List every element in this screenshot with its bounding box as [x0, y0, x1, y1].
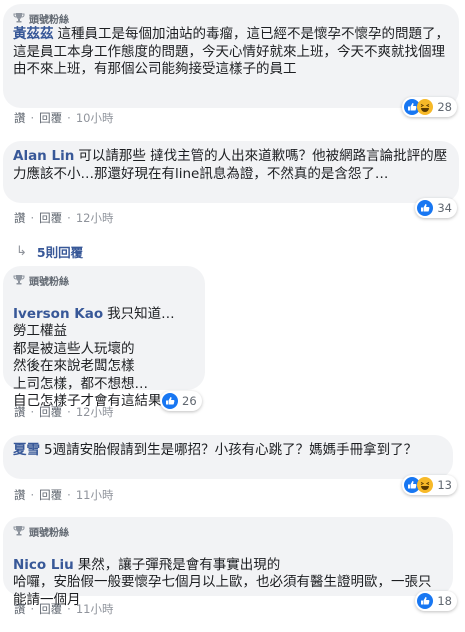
comment-text-block: 黃茲茲 這種員工是每個加油站的毒瘤，這已經不是懷孕不懷孕的問題了，這是員工本身工作… [13, 26, 449, 79]
reaction-count: 28 [437, 100, 452, 114]
trophy-icon [13, 13, 25, 23]
comment-author[interactable]: Nico Liu [13, 557, 74, 573]
separator: · [30, 111, 35, 125]
comment-timestamp[interactable]: 12小時 [76, 404, 114, 420]
reply-link[interactable]: 回覆 [39, 487, 62, 503]
reply-link[interactable]: 回覆 [39, 601, 62, 617]
comment-text-block: Alan Lin 可以請那些 撻伐主管的人出來道歉嗎？他被網路言論批評的壓力應該不… [13, 148, 449, 183]
comment-text-block: Nico Liu 果然，讓子彈飛是會有事實出現的 哈囉，安胎假一般要懷孕七個月以上… [13, 539, 443, 609]
top-fan-label: 頭號粉絲 [29, 14, 69, 26]
comment-text: 這種員工是每個加油站的毒瘤，這已經不是懷孕不懷孕的問題了，這是員工本身工作態度的… [13, 26, 449, 77]
comment-timestamp[interactable]: 11小時 [76, 601, 114, 617]
separator: · [30, 602, 35, 616]
top-fan-label: 頭號粉絲 [29, 527, 69, 539]
comment-bubble: 夏雪 5週請安胎假請到生是哪招？小孩有心跳了？媽媽手冊拿到了？ [3, 435, 453, 479]
top-fan-badge: 頭號粉絲 [13, 524, 443, 539]
comment-author[interactable]: Alan Lin [13, 148, 74, 164]
reply-link[interactable]: 回覆 [39, 210, 62, 226]
comment-actions: 讚 · 回覆 · 11小時 [14, 487, 113, 503]
top-fan-label: 頭號粉絲 [29, 276, 69, 288]
separator: · [67, 488, 71, 502]
like-link[interactable]: 讚 [14, 487, 26, 503]
comment-actions: 讚 · 回覆 · 12小時 [14, 210, 113, 226]
reaction-count: 26 [182, 394, 197, 408]
reaction-count: 18 [437, 594, 452, 608]
haha-reaction-icon [417, 477, 434, 493]
separator: · [67, 602, 71, 616]
reaction-summary[interactable]: 34 [415, 198, 457, 218]
comment-author[interactable]: 夏雪 [13, 442, 40, 458]
top-fan-badge: 頭號粉絲 [13, 11, 449, 26]
comment-actions: 讚 · 回覆 · 12小時 [14, 404, 113, 420]
comment-author[interactable]: Iverson Kao [13, 306, 103, 322]
like-link[interactable]: 讚 [14, 110, 26, 126]
reply-arrow-icon: ↳ [16, 244, 27, 259]
like-reaction-icon [162, 393, 178, 409]
haha-reaction-icon [417, 99, 434, 115]
comment-bubble: 頭號粉絲 黃茲茲 這種員工是每個加油站的毒瘤，這已經不是懷孕不懷孕的問題了，這是員… [3, 4, 459, 108]
trophy-icon [13, 275, 25, 285]
separator: · [30, 405, 35, 419]
separator: · [67, 211, 71, 225]
comment-actions: 讚 · 回覆 · 11小時 [14, 601, 113, 617]
view-replies-link[interactable]: ↳ 5則回覆 [16, 242, 83, 261]
comment-text-block: 夏雪 5週請安胎假請到生是哪招？小孩有心跳了？媽媽手冊拿到了？ [13, 442, 443, 460]
separator: · [30, 488, 35, 502]
comment-bubble: 頭號粉絲 Nico Liu 果然，讓子彈飛是會有事實出現的 哈囉，安胎假一般要懷孕… [3, 517, 453, 608]
reply-link[interactable]: 回覆 [39, 404, 62, 420]
reaction-summary[interactable]: 26 [160, 391, 202, 411]
separator: · [30, 211, 35, 225]
reaction-count: 34 [437, 201, 452, 215]
comment-text: 可以請那些 撻伐主管的人出來道歉嗎？他被網路言論批評的壓力應該不小…那還好現在有… [13, 148, 448, 182]
replies-count-label: 5則回覆 [36, 245, 84, 260]
top-fan-badge: 頭號粉絲 [13, 273, 195, 288]
comment-text: 5週請安胎假請到生是哪招？小孩有心跳了？媽媽手冊拿到了？ [44, 442, 418, 458]
reaction-summary[interactable]: 18 [415, 591, 457, 611]
comment-bubble: Alan Lin 可以請那些 撻伐主管的人出來道歉嗎？他被網路言論批評的壓力應該不… [3, 141, 459, 203]
comment-timestamp[interactable]: 12小時 [76, 210, 114, 226]
separator: · [67, 405, 71, 419]
comment-text: 果然，讓子彈飛是會有事實出現的 哈囉，安胎假一般要懷孕七個月以上歐，也必須有醫生… [13, 556, 432, 608]
comment-actions: 讚 · 回覆 · 10小時 [14, 110, 113, 126]
reaction-count: 13 [437, 478, 452, 492]
like-link[interactable]: 讚 [14, 601, 26, 617]
trophy-icon [13, 526, 25, 536]
comment-author[interactable]: 黃茲茲 [13, 26, 54, 42]
like-link[interactable]: 讚 [14, 210, 26, 226]
like-reaction-icon [417, 593, 434, 609]
separator: · [67, 111, 71, 125]
comment-bubble: 頭號粉絲 Iverson Kao 我只知道… 勞工權益 都是被這些人玩壞的 然後在… [3, 266, 205, 409]
reaction-summary[interactable]: 28 [402, 97, 457, 117]
comment-timestamp[interactable]: 11小時 [76, 487, 114, 503]
comment-timestamp[interactable]: 10小時 [76, 110, 114, 126]
like-link[interactable]: 讚 [14, 404, 26, 420]
reply-link[interactable]: 回覆 [39, 110, 62, 126]
like-reaction-icon [417, 200, 434, 216]
reaction-summary[interactable]: 13 [402, 475, 457, 495]
